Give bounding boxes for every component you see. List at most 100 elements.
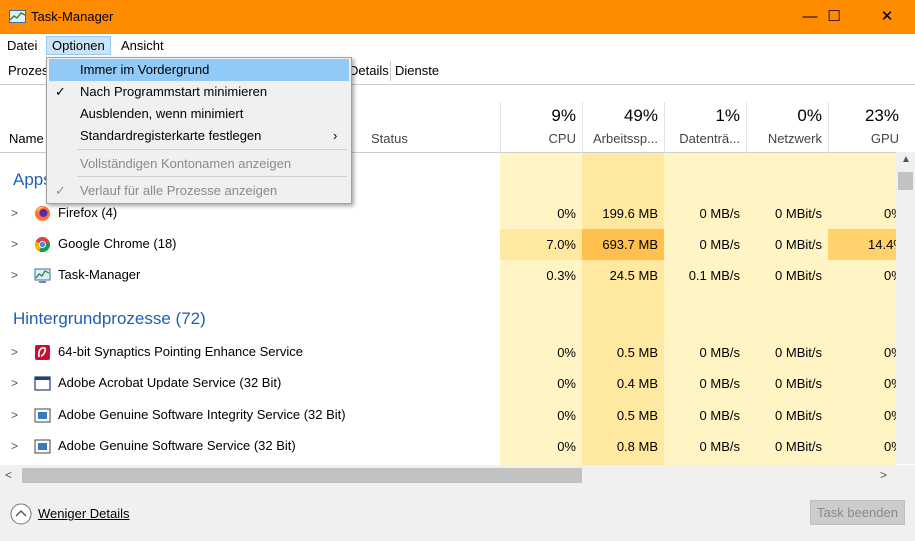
cpu-value: 7.0% [546,237,576,252]
disk-value: 0 MB/s [699,376,740,391]
table-row[interactable]: > Google Chrome (18) 7.0% 693.7 MB 0 MB/… [0,229,905,260]
gpu-value: 0% [884,206,896,221]
table-row[interactable]: > Adobe Acrobat Update Service (32 Bit) … [0,368,905,399]
disk-label: Datenträ... [679,131,740,146]
network-value: 0 MBit/s [775,408,822,423]
footer-bar: Weniger Details Task beenden [0,486,915,541]
cpu-value: 0% [557,206,576,221]
submenu-arrow-icon: › [333,128,338,143]
column-network[interactable]: 0% Netzwerk [746,102,829,153]
cpu-value: 0.3% [546,268,576,283]
table-row[interactable]: > Adobe Genuine Software Integrity Servi… [0,400,905,431]
menu-datei[interactable]: Datei [7,38,37,53]
table-row[interactable]: > 64-bit Synaptics Pointing Enhance Serv… [0,337,905,368]
memory-value: 0.8 MB [616,439,658,454]
disk-value: 0.1 MB/s [688,268,740,283]
expand-chevron-icon[interactable]: > [11,345,18,359]
gpu-percent: 23% [864,106,899,125]
service-icon [34,439,51,454]
firefox-icon [35,206,50,221]
gpu-value: 0% [884,345,896,360]
disk-value: 0 MB/s [699,237,740,252]
column-memory[interactable]: 49% Arbeitssp... [582,102,665,153]
checkmark-icon: ✓ [55,183,66,198]
chrome-icon [34,237,50,253]
scroll-left-icon[interactable]: < [5,468,12,482]
tab-dienste[interactable]: Dienste [395,63,439,78]
scroll-up-icon[interactable]: ▲ [901,154,911,165]
less-details-link[interactable]: Weniger Details [38,506,130,521]
menu-optionen[interactable]: Optionen [46,36,111,55]
expand-chevron-icon[interactable]: > [11,439,18,453]
expand-chevron-icon[interactable]: > [11,408,18,422]
end-task-button[interactable]: Task beenden [810,500,905,525]
window-icon [34,376,51,391]
memory-percent: 49% [623,106,658,125]
column-gpu[interactable]: 23% GPU [828,102,906,153]
cpu-value: 0% [557,408,576,423]
disk-value: 0 MB/s [699,408,740,423]
memory-value: 24.5 MB [609,268,658,283]
column-status[interactable]: Status [371,131,408,146]
expand-chevron-icon[interactable]: > [11,376,18,390]
menu-separator [77,176,347,177]
process-name: Firefox (4) [58,205,118,220]
collapse-chevron-icon[interactable] [10,503,32,525]
gpu-value: 14.4% [868,237,896,252]
disk-value: 0 MB/s [699,439,740,454]
column-name[interactable]: Name [9,131,44,146]
horizontal-scrollbar[interactable]: < > [0,465,896,486]
memory-label: Arbeitssp... [592,131,658,146]
gpu-value: 0% [884,439,896,454]
menu-item-default-tab[interactable]: Standardregisterkarte festlegen › [49,125,349,147]
network-percent: 0% [797,106,822,125]
scroll-right-icon[interactable]: > [880,468,887,482]
table-row[interactable]: > Adobe Genuine Software Service (32 Bit… [0,431,905,462]
column-cpu[interactable]: 9% CPU [500,102,583,153]
network-value: 0 MBit/s [775,376,822,391]
expand-chevron-icon[interactable]: > [11,206,18,220]
network-value: 0 MBit/s [775,345,822,360]
network-value: 0 MBit/s [775,206,822,221]
window-title: Task-Manager [31,9,114,24]
cpu-value: 0% [557,439,576,454]
expand-chevron-icon[interactable]: > [11,237,18,251]
taskmanager-app-icon [9,10,26,23]
menu-item-full-account-name[interactable]: Vollständigen Kontonamen anzeigen [49,153,349,175]
vertical-scroll-thumb[interactable] [898,172,913,190]
gpu-label: GPU [870,131,899,146]
menu-ansicht[interactable]: Ansicht [121,38,164,53]
menu-item-always-on-top[interactable]: Immer im Vordergrund [49,59,349,81]
table-row[interactable]: > Task-Manager 0.3% 24.5 MB 0.1 MB/s 0 M… [0,260,905,291]
cpu-value: 0% [557,345,576,360]
menu-item-history-all-processes[interactable]: ✓ Verlauf für alle Prozesse anzeigen [49,180,349,202]
column-disk[interactable]: 1% Datenträ... [664,102,747,153]
memory-value: 199.6 MB [602,206,658,221]
network-value: 0 MBit/s [775,439,822,454]
horizontal-scroll-thumb[interactable] [22,468,582,483]
disk-percent: 1% [715,106,740,125]
expand-chevron-icon[interactable]: > [11,268,18,282]
group-background[interactable]: Hintergrundprozesse (72) [13,309,206,329]
tab-details[interactable]: Details [349,63,389,78]
maximize-button[interactable]: ☐ [811,0,857,34]
vertical-scrollbar[interactable]: ▲ [896,152,915,464]
close-button[interactable]: ✕ [864,0,910,34]
memory-value: 0.4 MB [616,376,658,391]
title-bar: Task-Manager — ☐ ✕ [0,0,915,34]
process-name: Adobe Genuine Software Service (32 Bit) [58,438,296,453]
memory-value: 693.7 MB [602,237,658,252]
menu-item-minimize-on-start[interactable]: ✓ Nach Programmstart minimieren [49,81,349,103]
menu-separator [77,149,347,150]
gpu-value: 0% [884,376,896,391]
cpu-percent: 9% [551,106,576,125]
tab-prozesse[interactable]: Prozesse [8,63,46,78]
cpu-value: 0% [557,376,576,391]
menu-item-hide-when-minimized[interactable]: Ausblenden, wenn minimiert [49,103,349,125]
gpu-value: 0% [884,408,896,423]
options-dropdown: Immer im Vordergrund ✓ Nach Programmstar… [46,57,352,204]
process-name: Task-Manager [58,267,141,282]
scroll-corner [896,465,915,486]
gpu-value: 0% [884,268,896,283]
memory-value: 0.5 MB [616,408,658,423]
